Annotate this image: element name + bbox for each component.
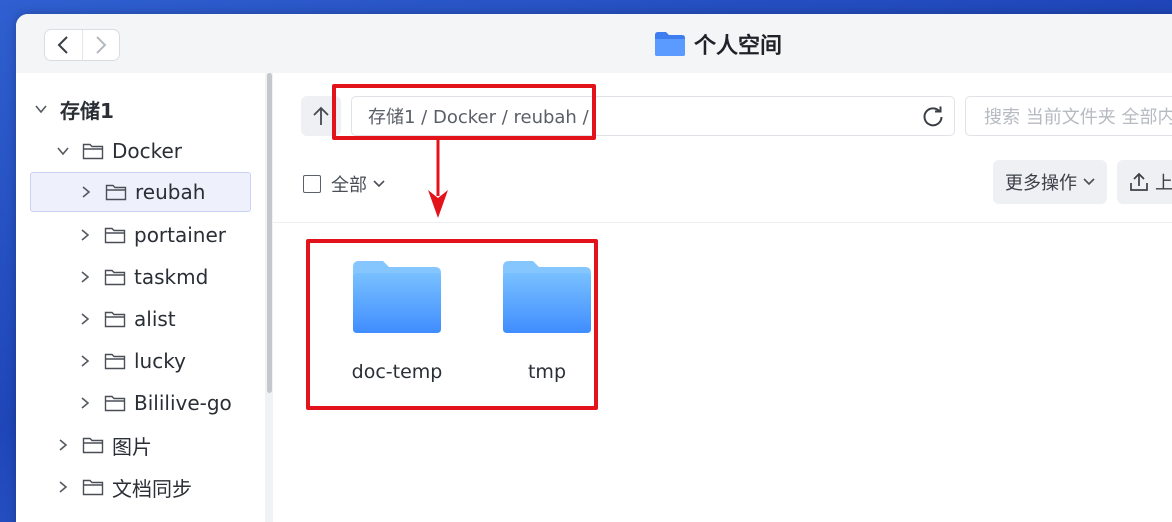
folder-icon — [655, 32, 685, 56]
chevron-right-icon — [82, 186, 91, 198]
folder-icon — [82, 437, 104, 454]
back-button[interactable] — [45, 30, 82, 60]
select-all-checkbox[interactable] — [303, 175, 321, 193]
chevron-down-icon — [1083, 178, 1095, 186]
nav-buttons — [44, 29, 120, 61]
sidebar-scrollbar-thumb[interactable] — [267, 73, 272, 393]
up-arrow-icon — [313, 106, 329, 125]
folder-tree: 存储1 Docker reubah portainer taskmd alist — [16, 73, 273, 522]
tree-item-label: taskmd — [134, 265, 209, 289]
files-highlight-box — [306, 239, 598, 410]
annotation-arrow-icon — [428, 140, 448, 218]
forward-button[interactable] — [81, 30, 119, 60]
more-actions-label: 更多操作 — [1005, 173, 1077, 194]
chevron-down-icon — [57, 147, 69, 156]
folder-icon — [82, 479, 104, 496]
chevron-right-icon — [81, 229, 90, 241]
more-actions-button[interactable]: 更多操作 — [993, 160, 1107, 204]
tree-item-label: Docker — [112, 139, 183, 163]
chevron-right-icon — [81, 397, 90, 409]
chevron-right-icon — [81, 271, 90, 283]
window-title-text: 个人空间 — [694, 34, 783, 59]
chevron-right-icon — [59, 481, 68, 493]
path-highlight-box — [332, 84, 596, 140]
folder-icon — [104, 395, 126, 412]
tree-item-portainer[interactable]: portainer — [78, 215, 226, 255]
tree-item-taskmd[interactable]: taskmd — [78, 257, 208, 297]
search-placeholder: 搜索 当前文件夹 全部内容 — [984, 107, 1172, 128]
title-bar: 个人空间 — [16, 14, 1172, 73]
chevron-right-icon — [59, 439, 68, 451]
tree-item-pictures[interactable]: 图片 — [56, 425, 152, 465]
tree-item-label: 图片 — [112, 434, 152, 459]
tree-item-lucky[interactable]: lucky — [78, 341, 186, 381]
tree-item-label: alist — [134, 307, 176, 331]
tree-item-label: portainer — [134, 223, 227, 247]
select-all-label: 全部 — [331, 175, 367, 196]
upload-icon — [1130, 172, 1148, 191]
select-all-toggle[interactable]: 全部 — [303, 171, 385, 197]
tree-item-bililive-go[interactable]: Bililive-go — [78, 383, 232, 423]
tree-item-label: 文档同步 — [112, 476, 192, 501]
forward-icon — [96, 36, 107, 54]
tree-item-reubah[interactable]: reubah — [30, 172, 251, 212]
folder-icon — [104, 269, 126, 286]
folder-icon — [105, 184, 127, 201]
folder-icon — [104, 227, 126, 244]
back-icon — [58, 36, 69, 54]
upload-button[interactable]: 上传 — [1117, 160, 1172, 204]
folder-icon — [104, 353, 126, 370]
toolbar-divider — [273, 222, 1172, 223]
folder-icon — [82, 143, 104, 160]
folder-icon — [104, 311, 126, 328]
tree-item-alist[interactable]: alist — [78, 299, 176, 339]
chevron-down-icon — [373, 180, 385, 188]
window-title: 个人空间 — [654, 28, 782, 60]
tree-item-label: 存储1 — [60, 98, 114, 123]
tree-item-docker[interactable]: Docker — [56, 131, 182, 171]
tree-item-storage1[interactable]: 存储1 — [34, 89, 114, 129]
tree-item-label: lucky — [134, 349, 186, 373]
chevron-down-icon — [35, 105, 47, 114]
tree-item-doc-sync[interactable]: 文档同步 — [56, 467, 192, 507]
refresh-icon[interactable] — [922, 106, 944, 128]
chevron-right-icon — [81, 313, 90, 325]
search-input[interactable]: 搜索 当前文件夹 全部内容 — [965, 96, 1172, 136]
chevron-right-icon — [81, 355, 90, 367]
tree-item-label: Bililive-go — [134, 391, 232, 415]
tree-item-label: reubah — [135, 180, 206, 204]
upload-label: 上传 — [1155, 173, 1172, 194]
